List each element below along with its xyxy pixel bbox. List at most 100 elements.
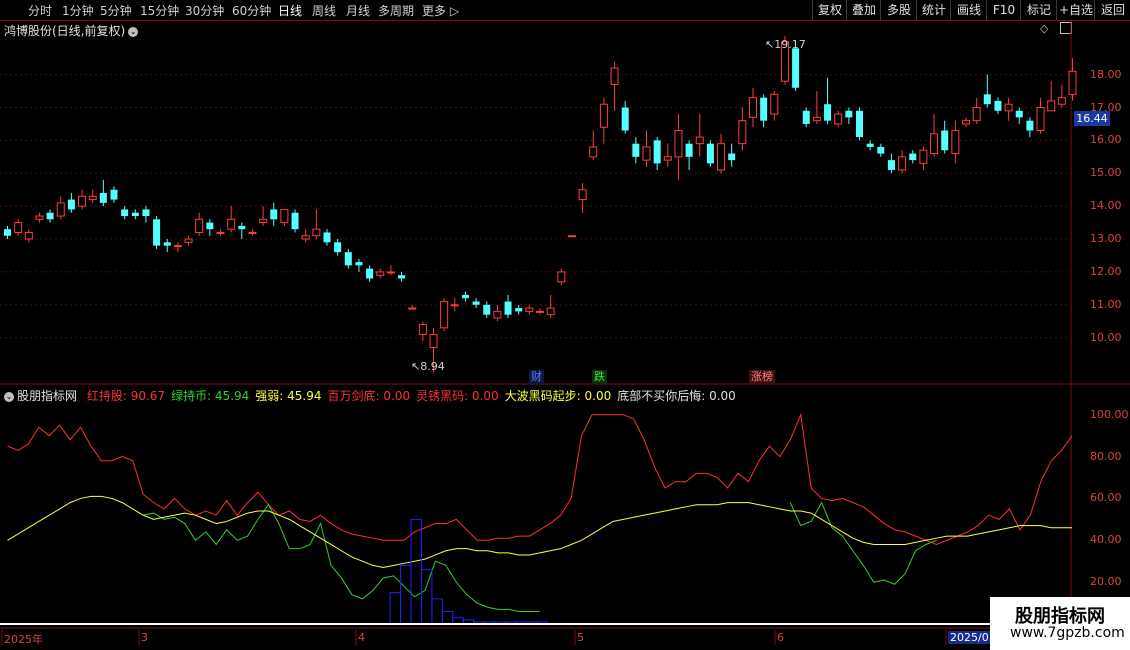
candle-body	[717, 143, 726, 171]
candle-body	[642, 146, 651, 161]
candle-body	[685, 143, 693, 157]
candle-body	[291, 212, 299, 230]
candle-body	[994, 100, 1002, 111]
candle-body	[674, 130, 683, 158]
candle-body	[898, 156, 907, 171]
candle-body	[941, 130, 949, 151]
candle-body	[493, 310, 502, 319]
price-tick-6: 12.00	[1090, 264, 1122, 278]
candle-body	[1036, 107, 1045, 132]
date-label-4: 6	[777, 631, 784, 644]
candle-body	[812, 116, 821, 122]
candle-body	[56, 202, 65, 217]
candle-body	[238, 225, 246, 230]
candle-body	[972, 107, 981, 122]
indicator-item-1: 绿持币: 45.94	[171, 389, 250, 403]
indicator-title: ⌄ 股朋指标网 红持股: 90.67 绿持币: 45.94 强弱: 45.94 百万剑底…	[4, 387, 736, 404]
candle-body	[695, 136, 704, 145]
indicator-values: 红持股: 90.67 绿持币: 45.94 强弱: 45.94 百万剑底: 0.00 灵…	[81, 389, 736, 403]
candle-body	[546, 307, 555, 316]
candle-body	[515, 308, 523, 312]
candle-body	[589, 146, 598, 158]
marker-down-text: 跌	[594, 370, 605, 383]
high-price-label: ↖19.17	[765, 38, 806, 51]
date-label-2: 4	[358, 631, 365, 644]
price-tick-8: 10.00	[1090, 330, 1122, 344]
candle-body	[206, 222, 214, 230]
candle-body	[1047, 100, 1056, 112]
candle-body	[280, 208, 289, 224]
candle-body	[610, 67, 619, 85]
watermark-url: www.7gpzb.com	[1010, 625, 1125, 641]
marker-finance[interactable]: 财	[529, 370, 544, 384]
candle-body	[46, 212, 54, 220]
indicator-item-0: 红持股: 90.67	[86, 389, 166, 403]
candle-body	[845, 110, 853, 118]
indicator-item-2: 强弱: 45.94	[255, 389, 322, 403]
candle-body	[248, 231, 257, 234]
candle-body	[355, 262, 363, 266]
candle-body	[663, 156, 672, 161]
candle-body	[1004, 103, 1013, 112]
indicator-item-6: 底部不买你后悔: 0.00	[617, 389, 736, 403]
marker-rank-text: 涨榜	[751, 370, 773, 383]
candle-body	[919, 149, 928, 164]
date-label-5: 2025/0	[948, 631, 991, 644]
candle-body	[621, 107, 629, 131]
candle-body	[4, 229, 11, 236]
marker-down[interactable]: 跌	[592, 370, 607, 384]
low-price-value: 8.94	[420, 360, 445, 373]
indicator-item-4: 灵锈黑码: 0.00	[416, 389, 499, 403]
candle-body	[24, 231, 33, 240]
candle-body	[706, 143, 714, 164]
candle-body	[856, 110, 863, 138]
candle-body	[14, 222, 23, 233]
candle-body	[398, 275, 406, 279]
candle-body	[472, 301, 480, 305]
candle-body	[67, 199, 75, 210]
candle-body	[536, 310, 544, 313]
candle-body	[728, 153, 736, 161]
price-tick-7: 11.00	[1090, 297, 1122, 311]
candle-body	[184, 238, 193, 243]
candle-body	[153, 219, 161, 246]
chevron-down-icon[interactable]: ⌄	[4, 391, 14, 402]
marker-rank[interactable]: 涨榜	[749, 370, 775, 384]
high-price-value: 19.17	[774, 38, 806, 51]
candle-body	[738, 120, 747, 145]
candle-body	[323, 232, 331, 243]
candle-body	[376, 271, 385, 276]
green-hold-line	[789, 501, 937, 585]
candle-body	[1068, 70, 1077, 95]
candle-body	[578, 189, 587, 201]
candle-body	[142, 209, 150, 217]
blue-bar	[441, 610, 454, 625]
blue-bar	[400, 564, 412, 625]
candle-body	[951, 130, 960, 155]
candle-body	[216, 231, 225, 234]
candle-body	[599, 103, 608, 128]
green-hold-line	[143, 503, 540, 612]
candle-body	[1015, 110, 1023, 118]
candle-body	[962, 120, 970, 125]
candle-body	[770, 93, 779, 115]
candle-body	[834, 113, 843, 125]
candle-body	[429, 333, 438, 349]
candle-body	[386, 271, 395, 274]
indicator-tick-4: 20.00	[1090, 575, 1122, 589]
candle-body	[195, 218, 204, 233]
red-hold-line	[7, 412, 1073, 546]
candle-body	[366, 268, 374, 279]
candle-body	[131, 212, 139, 217]
candle-body	[121, 209, 129, 217]
current-price-tag: 16.44	[1074, 111, 1110, 126]
candle-body	[344, 252, 352, 266]
candle-body	[99, 193, 107, 203]
candle-body	[866, 143, 874, 147]
candle-body	[792, 48, 800, 88]
candle-body	[334, 242, 342, 253]
candle-body	[301, 235, 310, 240]
candle-body	[887, 160, 895, 170]
candle-body	[824, 104, 832, 121]
candle-body	[802, 110, 810, 124]
